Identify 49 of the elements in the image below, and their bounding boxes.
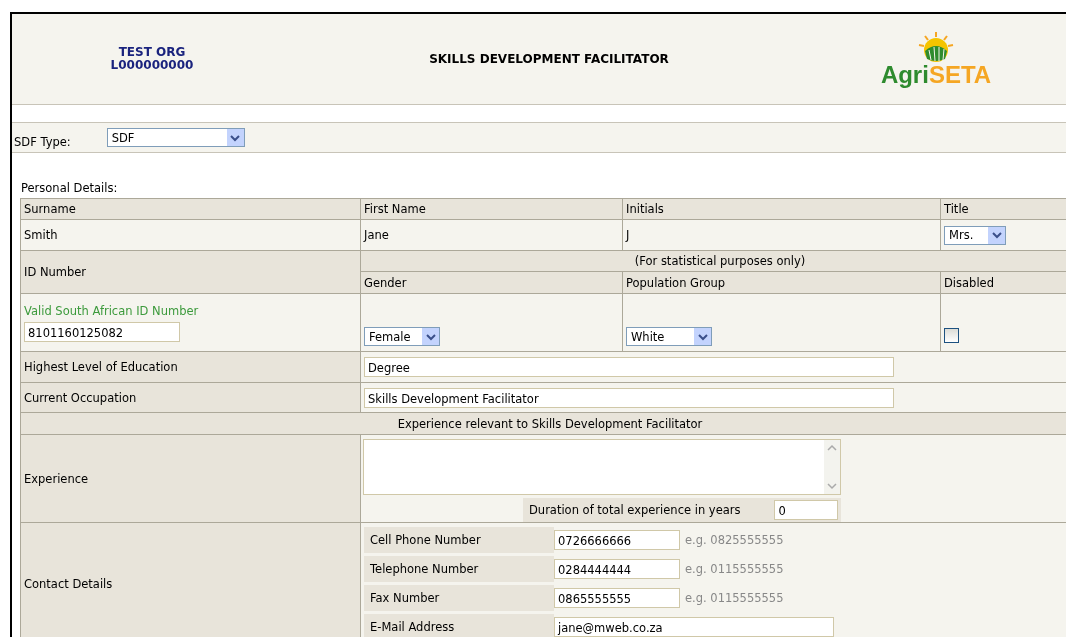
title-dropdown[interactable]: Mrs. <box>944 225 1006 245</box>
org-name: TEST ORG <box>117 46 187 59</box>
sdf-type-label: SDF Type: <box>14 133 71 149</box>
duration-field[interactable]: 0 <box>774 500 839 520</box>
statistical-note: (For statistical purposes only) <box>360 250 1066 272</box>
chevron-down-icon <box>422 328 439 345</box>
section-heading: Personal Details: <box>20 181 118 195</box>
org-code: L000000000 <box>109 59 195 72</box>
page-title: SKILLS DEVELOPMENT FACILITATOR <box>428 52 670 66</box>
contact-details-label: Contact Details <box>20 522 361 637</box>
contact-label: E-Mail Address <box>364 614 554 637</box>
email-field[interactable]: jane@mweb.co.za <box>554 617 834 637</box>
gender-dropdown[interactable]: Female <box>364 327 440 346</box>
education-field[interactable]: Degree <box>364 357 894 377</box>
sdf-type-dropdown[interactable]: SDF <box>106 128 245 147</box>
id-number-label: ID Number <box>20 250 361 294</box>
experience-textarea[interactable] <box>363 439 841 495</box>
education-label: Highest Level of Education <box>20 351 361 383</box>
column-header: Population Group <box>622 271 941 294</box>
id-hint: Valid South African ID Number <box>24 303 199 318</box>
chevron-down-icon <box>226 129 244 146</box>
column-header: Title <box>940 198 1066 220</box>
sun-field-logo-icon <box>917 31 955 63</box>
example-hint: e.g. 0115555555 <box>685 591 784 605</box>
contact-field[interactable]: 0865555555 <box>554 588 680 608</box>
column-header: Gender <box>360 271 623 294</box>
logo-wordmark: AgriSETA <box>880 63 992 87</box>
experience-heading: Experience relevant to Skills Development Facilitator <box>20 412 1066 435</box>
contact-field[interactable]: 0284444444 <box>554 559 680 579</box>
id-number-field[interactable]: 8101160125082 <box>24 321 180 342</box>
population-group-dropdown[interactable]: White <box>626 327 712 346</box>
example-hint: e.g. 0825555555 <box>685 533 784 547</box>
initials-cell: J <box>622 219 941 251</box>
chevron-down-icon <box>988 226 1005 244</box>
column-header: First Name <box>360 198 623 220</box>
column-header: Surname <box>20 198 361 220</box>
contact-label: Fax Number <box>364 585 554 611</box>
column-header: Initials <box>622 198 941 220</box>
duration-label: Duration of total experience in years <box>528 503 742 517</box>
contact-field[interactable]: 0726666666 <box>554 530 680 550</box>
first-name-cell: Jane <box>360 219 623 251</box>
occupation-field[interactable]: Skills Development Facilitator <box>364 387 894 408</box>
contact-label: Telephone Number <box>364 556 554 582</box>
occupation-label: Current Occupation <box>20 382 361 413</box>
contact-label: Cell Phone Number <box>364 527 554 553</box>
surname-cell: Smith <box>20 219 361 251</box>
chevron-down-icon <box>694 328 711 345</box>
experience-label: Experience <box>20 434 361 523</box>
example-hint: e.g. 0115555555 <box>685 562 784 576</box>
